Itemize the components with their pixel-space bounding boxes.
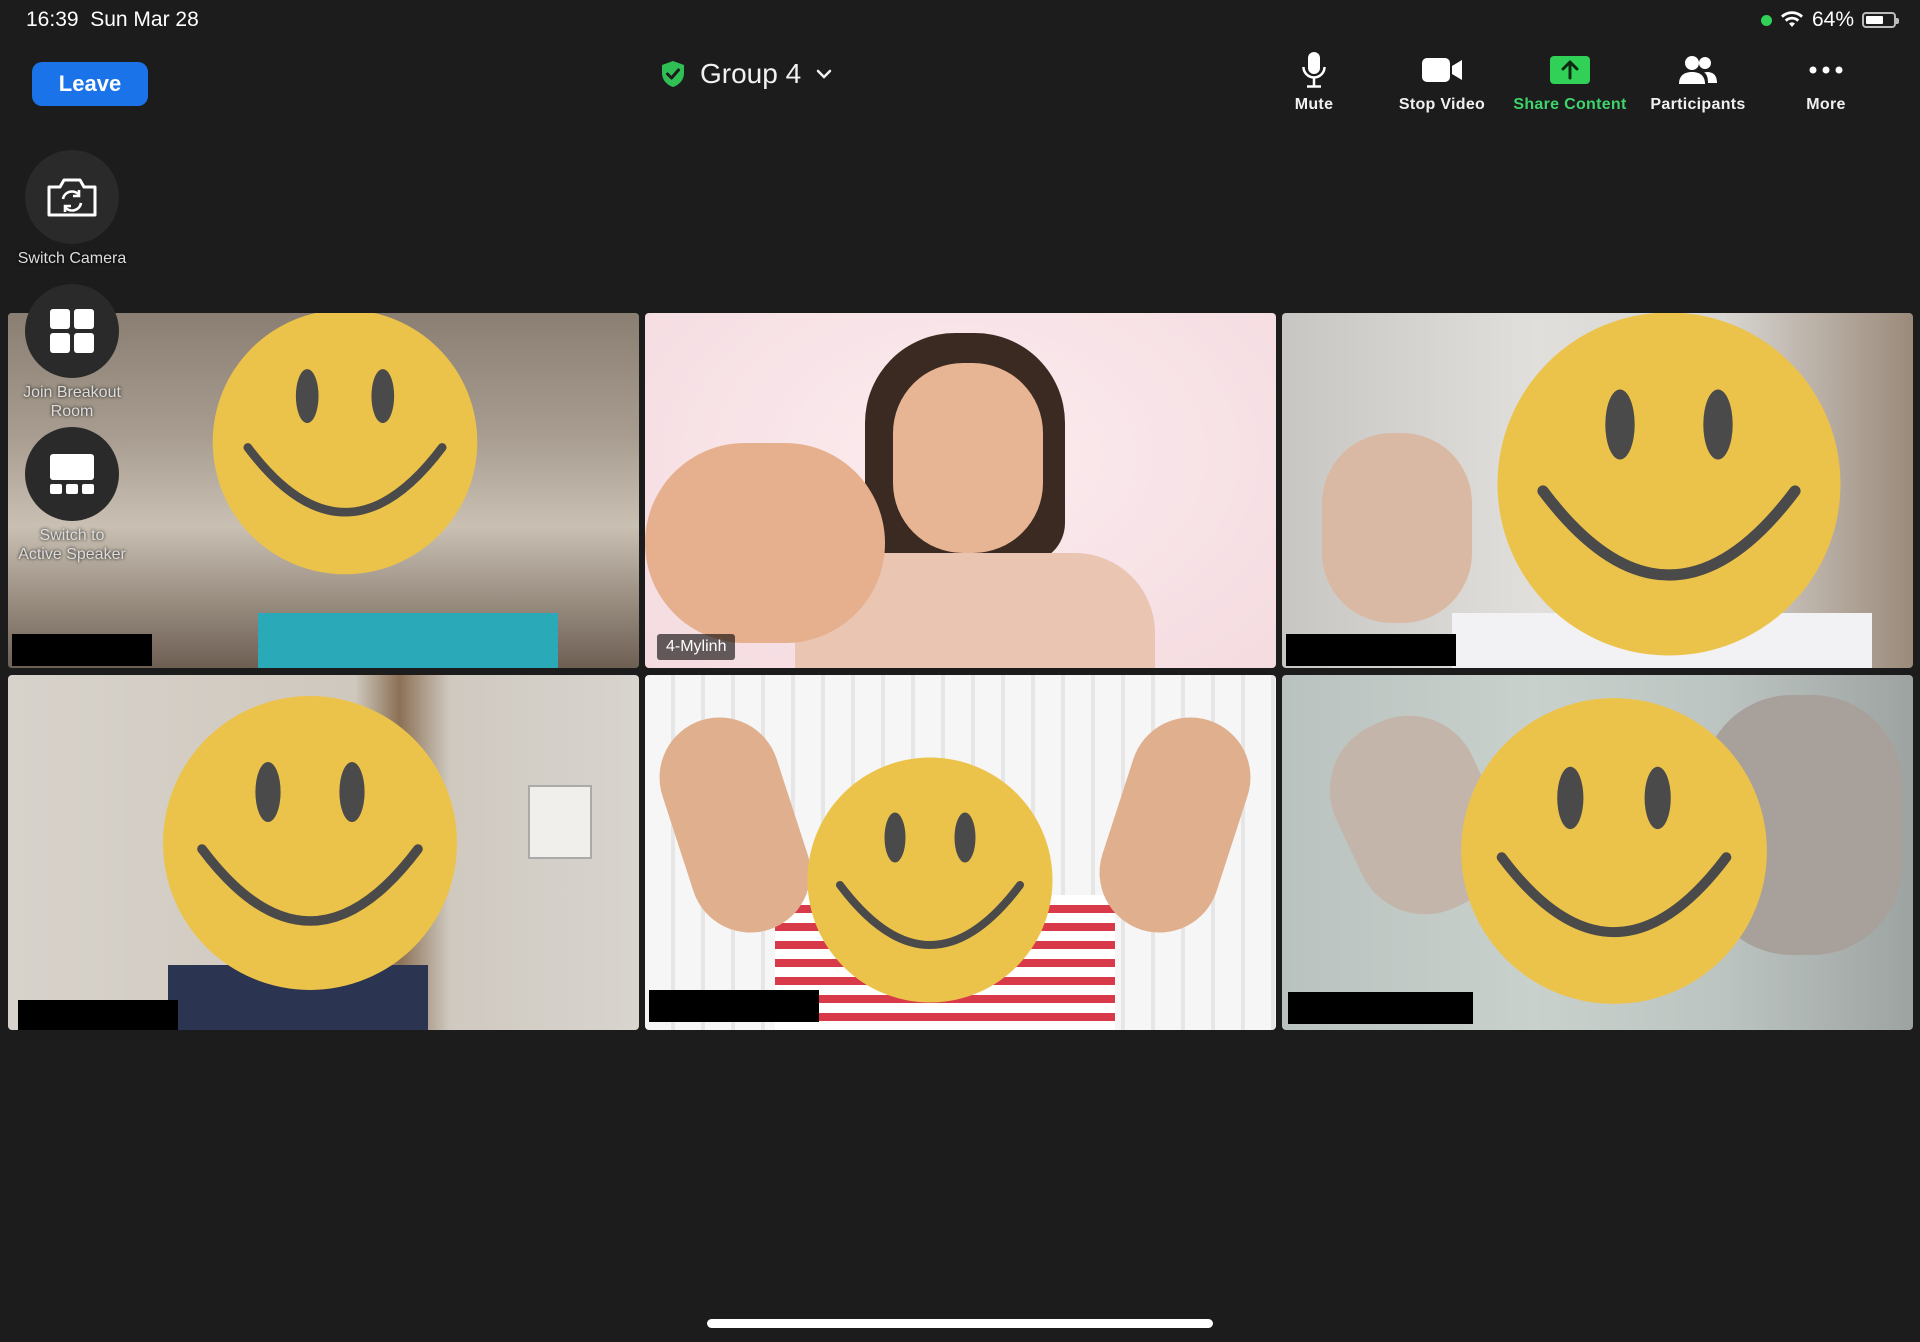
active-speaker-icon <box>25 427 119 521</box>
name-bar <box>18 1000 178 1030</box>
meeting-title-dropdown[interactable]: Group 4 <box>660 58 833 90</box>
shield-check-icon <box>662 61 684 87</box>
more-button[interactable]: More <box>1762 50 1890 114</box>
smiley-face-icon <box>163 696 457 990</box>
battery-level <box>1866 16 1883 24</box>
name-bar <box>1288 992 1473 1024</box>
participants-button[interactable]: Participants <box>1634 50 1762 114</box>
video-tile[interactable] <box>1282 313 1913 668</box>
switch-to-active-speaker-button[interactable]: Switch to Active Speaker <box>16 427 128 564</box>
join-breakout-room-button[interactable]: Join Breakout Room <box>16 284 128 421</box>
share-content-button[interactable]: Share Content <box>1506 50 1634 114</box>
switch-camera-button[interactable]: Switch Camera <box>16 150 128 268</box>
video-tile[interactable] <box>645 675 1276 1030</box>
status-indicators: 64% <box>1760 8 1899 32</box>
video-tile[interactable] <box>8 675 639 1030</box>
name-bar <box>12 634 152 666</box>
name-bar <box>1286 634 1456 666</box>
meeting-title: Group 4 <box>700 58 802 89</box>
status-bar: 16:39 Sun Mar 28 64% <box>0 0 1920 40</box>
switch-camera-icon <box>25 150 119 244</box>
video-camera-icon <box>1421 50 1463 90</box>
wifi-icon <box>1780 11 1803 27</box>
chevron-down-icon <box>816 69 832 79</box>
battery-percent: 64% <box>1811 8 1854 31</box>
participant-name-tag: 4-Mylinh <box>657 634 736 660</box>
battery-icon <box>1862 12 1899 28</box>
name-bar <box>649 990 819 1022</box>
video-tile[interactable]: 4-Mylinh <box>645 313 1276 668</box>
meeting-toolbar: Mute Stop Video Share Content Participan… <box>1250 50 1890 114</box>
more-icon <box>1808 50 1844 90</box>
share-screen-icon <box>1549 50 1591 90</box>
leave-button[interactable]: Leave <box>32 62 148 106</box>
smiley-face-icon <box>807 757 1053 1003</box>
video-tile[interactable] <box>1282 675 1913 1030</box>
status-time: 16:39 Sun Mar 28 <box>26 8 199 31</box>
mute-button[interactable]: Mute <box>1250 50 1378 114</box>
stop-video-button[interactable]: Stop Video <box>1378 50 1506 114</box>
smiley-face-icon <box>1461 698 1767 1004</box>
video-feed <box>645 313 1276 668</box>
participants-icon <box>1677 50 1719 90</box>
microphone-icon <box>1301 50 1327 90</box>
breakout-room-icon <box>25 284 119 378</box>
smiley-face-icon <box>212 313 478 575</box>
recording-indicator-icon <box>1760 14 1772 26</box>
smiley-face-icon <box>1497 313 1841 656</box>
home-indicator[interactable] <box>707 1319 1213 1328</box>
